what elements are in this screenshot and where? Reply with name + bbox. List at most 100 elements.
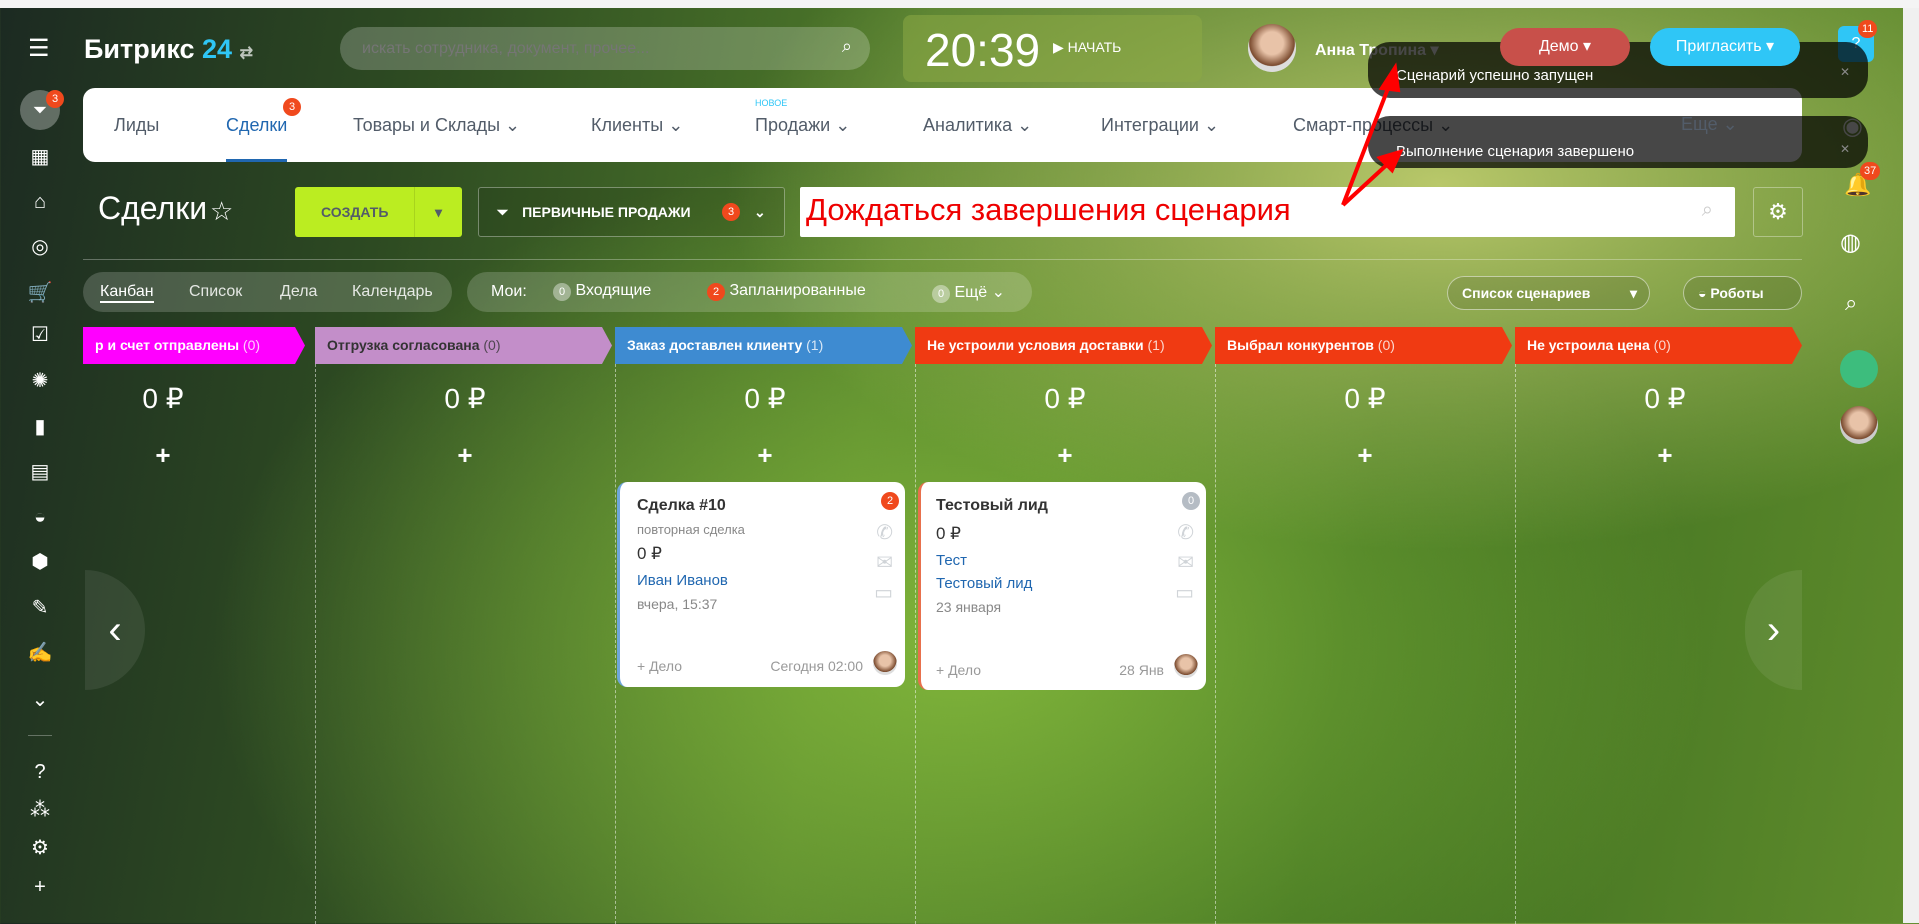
browser-strip (0, 0, 1919, 8)
nav-more[interactable]: Еще ⌄ (1681, 106, 1738, 142)
add-deal-button[interactable]: + (1515, 440, 1815, 471)
tab-activities[interactable]: Дела (280, 283, 317, 301)
signature-icon[interactable]: ✍ (22, 638, 58, 668)
menu-icon[interactable]: ☰ (28, 34, 50, 63)
nav-deals[interactable]: Сделки (226, 88, 288, 162)
counter-more[interactable]: 0 Ещё ⌄ (932, 282, 1005, 303)
global-search[interactable]: ⌕ (340, 27, 870, 70)
card-activity-badge: 2 (881, 492, 899, 510)
demo-button[interactable]: Демо ▾ (1500, 28, 1630, 66)
scroll-left-arrow[interactable]: ‹ (85, 570, 145, 690)
start-label: НАЧАТЬ (1067, 39, 1122, 55)
cart-icon[interactable]: 🛒 (22, 278, 58, 308)
dropdown-icon[interactable]: ▾ (1630, 277, 1637, 309)
nav-integrations[interactable]: Интеграции ⌄ (1101, 88, 1219, 162)
stage-header[interactable]: Не устроила цена (0) (1515, 327, 1802, 364)
stage-header[interactable]: Заказ доставлен клиенту (1) (615, 327, 912, 364)
phone-icon[interactable]: ✆ (1177, 520, 1194, 545)
mail-icon[interactable]: ✉ (1177, 550, 1194, 575)
document-edit-icon[interactable]: ✎ (22, 593, 58, 623)
tab-kanban[interactable]: Канбан (100, 283, 154, 303)
start-button[interactable]: ▶ НАЧАТЬ (1053, 39, 1121, 56)
mail-icon[interactable]: ✉ (876, 550, 893, 575)
add-deal-button[interactable]: + (13, 440, 313, 471)
counter-incoming[interactable]: 0 Входящие (553, 282, 651, 301)
notification-toast: Выполнение сценария завершено (1368, 116, 1868, 168)
my-label: Мои: (491, 283, 527, 300)
scroll-right-arrow[interactable]: › (1745, 570, 1802, 690)
create-button[interactable]: СОЗДАТЬ ▾ (295, 187, 462, 237)
add-activity-button[interactable]: + Дело (936, 662, 981, 678)
logo-text: Битрикс (84, 34, 195, 64)
stage-header[interactable]: Выбрал конкурентов (0) (1215, 327, 1512, 364)
chat-icon[interactable]: ◍ (1840, 228, 1861, 257)
add-deal-button[interactable]: + (315, 440, 615, 471)
card-contact[interactable]: Иван Иванов (637, 572, 728, 589)
search-right-icon[interactable]: ⌕ (1845, 290, 1857, 316)
target-icon[interactable]: ◎ (22, 232, 58, 262)
counter-label: Входящие (575, 282, 652, 299)
global-search-input[interactable] (362, 27, 822, 70)
category-selector[interactable]: ⏷ ПЕРВИЧНЫЕ ПРОДАЖИ 3 ⌄ (478, 187, 785, 237)
close-icon[interactable]: ✕ (1840, 142, 1850, 156)
recent-chat-icon[interactable] (1840, 350, 1878, 388)
add-icon[interactable]: + (22, 872, 58, 902)
more-chevron-icon[interactable]: ⌄ (22, 685, 58, 715)
scrollbar[interactable] (1903, 8, 1919, 923)
help-icon[interactable]: ? (22, 757, 58, 787)
tab-list[interactable]: Список (189, 283, 242, 301)
card-title[interactable]: Тестовый лид (936, 497, 1048, 515)
logo[interactable]: Битрикс 24 ⇄ (84, 34, 253, 65)
network-share-icon[interactable]: ⁂ (22, 795, 58, 825)
deal-card[interactable]: Тестовый лид 0 0 ₽ Тест Тестовый лид 23 … (918, 482, 1206, 690)
chat-bubble-icon[interactable]: ▭ (874, 580, 893, 605)
responsible-avatar[interactable] (873, 651, 897, 675)
stage-sum: 0 ₽ (1344, 383, 1386, 414)
invite-button[interactable]: Пригласить ▾ (1650, 28, 1800, 66)
building-icon[interactable]: ⌂ (22, 187, 58, 217)
box-icon[interactable]: ⬢ (22, 547, 58, 577)
card-title[interactable]: Сделка #10 (637, 497, 726, 515)
scenarios-list-button[interactable]: Список сценариев ▾ (1447, 276, 1650, 310)
chat-bubble-icon[interactable]: ▭ (1175, 580, 1194, 605)
checkbox-icon[interactable]: ☑ (22, 320, 58, 350)
close-icon[interactable]: ✕ (1840, 65, 1850, 79)
calendar-tasks-icon[interactable]: ▦ (22, 142, 58, 172)
stage-sum: 0 ₽ (444, 383, 486, 414)
contact-avatar[interactable] (1840, 406, 1878, 444)
nav-sales[interactable]: Продажи ⌄ (755, 88, 850, 162)
nav-products[interactable]: Товары и Склады ⌄ (353, 88, 520, 162)
stage-name: Не устроили условия доставки (927, 337, 1144, 353)
nav-clients[interactable]: Клиенты ⌄ (591, 88, 683, 162)
nav-analytics[interactable]: Аналитика ⌄ (923, 88, 1032, 162)
search-icon[interactable]: ⌕ (842, 36, 852, 57)
settings-sliders-icon[interactable]: ⇄ (240, 45, 253, 62)
deal-card[interactable]: Сделка #10 2 повторная сделка 0 ₽ Иван И… (617, 482, 905, 687)
settings-gear-button[interactable]: ⚙ (1753, 187, 1803, 237)
stage-header[interactable]: Отгрузка согласована (0) (315, 327, 612, 364)
phone-icon[interactable]: ✆ (876, 520, 893, 545)
worktime-widget[interactable]: 20:39 ▶ НАЧАТЬ (903, 15, 1202, 82)
create-dropdown-icon[interactable]: ▾ (414, 187, 462, 237)
stage-name: Не устроила цена (1527, 337, 1650, 353)
chart-icon[interactable]: ▮ (22, 412, 58, 442)
card-company[interactable]: Тестовый лид (936, 575, 1032, 592)
settings-icon[interactable]: ⚙ (22, 833, 58, 863)
responsible-avatar[interactable] (1174, 654, 1198, 678)
stage-header[interactable]: Не устроили условия доставки (1) (915, 327, 1212, 364)
card-contact[interactable]: Тест (936, 552, 967, 569)
add-deal-button[interactable]: + (615, 440, 915, 471)
robot-icon[interactable]: ◒ (22, 502, 58, 532)
nav-leads[interactable]: Лиды (114, 88, 159, 162)
stage-header[interactable]: р и счет отправлены (0) (83, 327, 305, 364)
add-activity-button[interactable]: + Дело (637, 658, 682, 674)
add-deal-button[interactable]: + (1215, 440, 1515, 471)
counter-planned[interactable]: 2 Запланированные (707, 282, 866, 301)
robots-button[interactable]: ◒ Роботы (1683, 276, 1802, 310)
divider (83, 259, 1802, 260)
favorite-star-icon[interactable]: ☆ (210, 196, 233, 227)
avatar[interactable] (1248, 24, 1296, 72)
add-deal-button[interactable]: + (915, 440, 1215, 471)
robots-label: Роботы (1710, 285, 1764, 301)
tab-calendar[interactable]: Календарь (352, 283, 433, 301)
